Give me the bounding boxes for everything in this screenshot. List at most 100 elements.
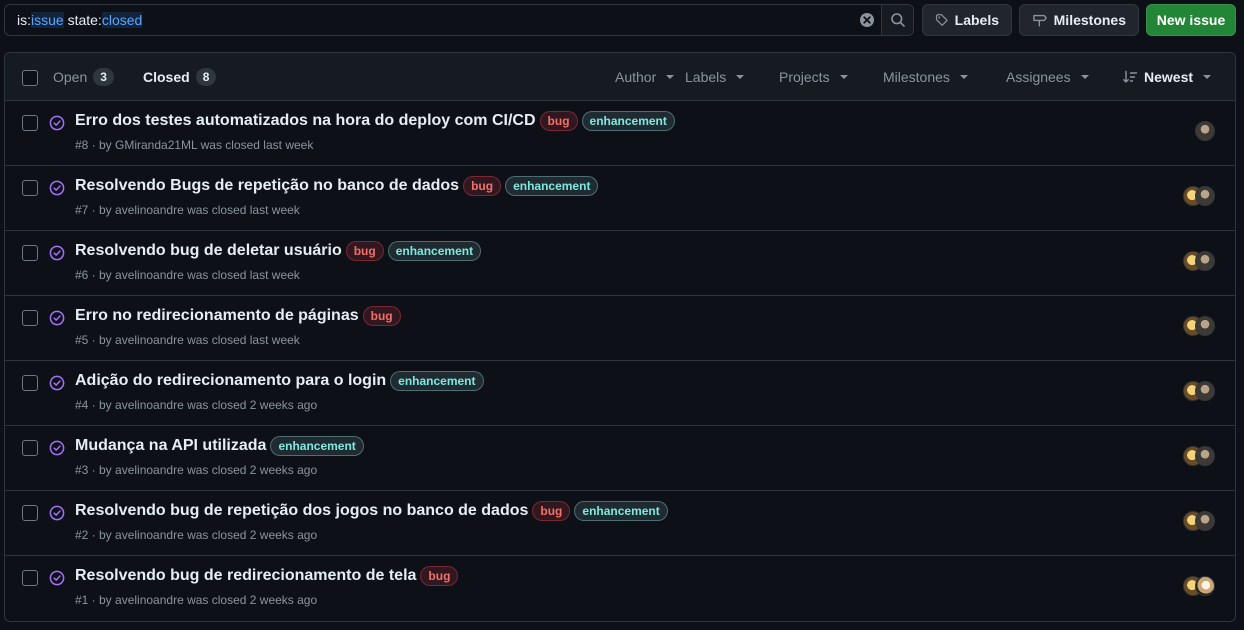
- issue-row[interactable]: Erro no redirecionamento de páginas bug #5…: [5, 296, 1235, 361]
- issue-search-field[interactable]: is:issue state:closed: [4, 4, 914, 36]
- issue-title-link[interactable]: Erro dos testes automatizados na hora do…: [75, 112, 536, 130]
- issue-title-line: Resolvendo bug de repetição dos jogos no…: [75, 500, 668, 522]
- projects-filter[interactable]: Projects: [779, 53, 848, 101]
- issue-row[interactable]: Adição do redirecionamento para o login e…: [5, 361, 1235, 426]
- avatar[interactable]: [1195, 511, 1215, 531]
- issue-title-link[interactable]: Resolvendo bug de deletar usuário: [75, 242, 342, 260]
- new-issue-button-label: New issue: [1156, 12, 1226, 28]
- issue-closed-check-icon: [49, 180, 65, 196]
- issue-row[interactable]: Resolvendo bug de redirecionamento de te…: [5, 556, 1235, 621]
- issue-label-enhancement[interactable]: enhancement: [505, 176, 599, 196]
- issue-checkbox[interactable]: [22, 310, 38, 326]
- issue-title-link[interactable]: Resolvendo Bugs de repetição no banco de…: [75, 177, 459, 195]
- search-qualifier: is:: [17, 12, 31, 28]
- labels-filter-label: Labels: [685, 69, 727, 85]
- issue-label-bug[interactable]: bug: [420, 566, 459, 586]
- issue-checkbox[interactable]: [22, 505, 38, 521]
- assignees-filter-label: Assignees: [1006, 69, 1071, 85]
- issue-title-link[interactable]: Adição do redirecionamento para o login: [75, 372, 386, 390]
- issue-closed-check-icon: [49, 245, 65, 261]
- issue-title-line: Erro dos testes automatizados na hora do…: [75, 110, 675, 132]
- issue-label-enhancement[interactable]: enhancement: [387, 241, 482, 261]
- issue-label-enhancement[interactable]: enhancement: [270, 436, 364, 456]
- issue-title-link[interactable]: Erro no redirecionamento de páginas: [75, 307, 359, 325]
- milestones-button-label: Milestones: [1053, 12, 1126, 28]
- assignee-avatars[interactable]: [1183, 381, 1215, 401]
- issue-meta: #2 · by avelinoandre was closed 2 weeks …: [75, 528, 318, 542]
- assignee-avatars[interactable]: [1183, 316, 1215, 336]
- issue-rows: Erro dos testes automatizados na hora do…: [5, 101, 1235, 621]
- issue-meta: #7 · by avelinoandre was closed last wee…: [75, 203, 300, 217]
- issue-checkbox[interactable]: [22, 180, 38, 196]
- issue-closed-check-icon: [49, 375, 65, 391]
- assignee-avatars[interactable]: [1183, 251, 1215, 271]
- issue-label-enhancement[interactable]: enhancement: [390, 371, 484, 391]
- issue-title-line: Erro no redirecionamento de páginas bug: [75, 305, 401, 327]
- issue-title-link[interactable]: Mudança na API utilizada: [75, 437, 266, 455]
- assignee-avatars[interactable]: [1183, 576, 1215, 596]
- issue-checkbox[interactable]: [22, 115, 38, 131]
- search-value: closed: [101, 12, 143, 28]
- issue-row[interactable]: Resolvendo Bugs de repetição no banco de…: [5, 166, 1235, 231]
- issue-meta: #8 · by GMiranda21ML was closed last wee…: [75, 138, 314, 152]
- search-button[interactable]: [881, 5, 913, 35]
- issue-label-bug[interactable]: bug: [463, 176, 502, 196]
- milestone-icon: [1033, 14, 1047, 27]
- issue-checkbox[interactable]: [22, 440, 38, 456]
- avatar[interactable]: [1195, 186, 1215, 206]
- sort-icon: [1123, 70, 1138, 83]
- issue-meta: #3 · by avelinoandre was closed 2 weeks …: [75, 463, 318, 477]
- issue-row[interactable]: Resolvendo bug de repetição dos jogos no…: [5, 491, 1235, 556]
- issue-label-bug[interactable]: bug: [345, 241, 384, 261]
- issue-meta: #5 · by avelinoandre was closed last wee…: [75, 333, 300, 347]
- issue-label-enhancement[interactable]: enhancement: [574, 501, 668, 521]
- issue-row[interactable]: Erro dos testes automatizados na hora do…: [5, 101, 1235, 166]
- milestones-filter[interactable]: Milestones: [883, 53, 968, 101]
- assignees-filter[interactable]: Assignees: [1006, 53, 1089, 101]
- avatar[interactable]: [1195, 576, 1215, 596]
- author-filter[interactable]: Author: [615, 53, 675, 101]
- labels-button[interactable]: Labels: [922, 4, 1012, 36]
- issue-title-link[interactable]: Resolvendo bug de repetição dos jogos no…: [75, 502, 528, 520]
- avatar[interactable]: [1195, 121, 1215, 141]
- milestones-filter-label: Milestones: [883, 69, 950, 85]
- labels-filter[interactable]: Labels: [685, 53, 745, 101]
- avatar[interactable]: [1195, 381, 1215, 401]
- issue-closed-check-icon: [49, 115, 65, 131]
- milestones-button[interactable]: Milestones: [1019, 4, 1139, 36]
- chevron-down-icon: [1080, 75, 1089, 79]
- chevron-down-icon: [959, 75, 968, 79]
- issue-checkbox[interactable]: [22, 570, 38, 586]
- tab-open[interactable]: Open 3: [53, 53, 114, 101]
- chevron-down-icon: [839, 75, 848, 79]
- issue-label-enhancement[interactable]: enhancement: [581, 111, 675, 131]
- assignee-avatars[interactable]: [1195, 121, 1215, 141]
- tab-closed[interactable]: Closed 8: [143, 53, 217, 101]
- avatar[interactable]: [1195, 316, 1215, 336]
- select-all-checkbox[interactable]: [22, 70, 38, 86]
- tab-open-label: Open: [53, 69, 88, 85]
- avatar[interactable]: [1195, 446, 1215, 466]
- sort-filter[interactable]: Newest: [1122, 53, 1212, 101]
- new-issue-button[interactable]: New issue: [1146, 4, 1236, 36]
- issue-meta: #1 · by avelinoandre was closed 2 weeks …: [75, 593, 318, 607]
- issue-row[interactable]: Mudança na API utilizada enhancement #3 · …: [5, 426, 1235, 491]
- issue-checkbox[interactable]: [22, 375, 38, 391]
- assignee-avatars[interactable]: [1183, 511, 1215, 531]
- issue-closed-check-icon: [49, 570, 65, 586]
- issue-label-bug[interactable]: bug: [532, 501, 571, 521]
- assignee-avatars[interactable]: [1183, 446, 1215, 466]
- open-count-badge: 3: [93, 68, 114, 86]
- issue-closed-check-icon: [49, 310, 65, 326]
- search-input[interactable]: is:issue state:closed: [5, 12, 853, 28]
- issue-label-bug[interactable]: bug: [362, 306, 401, 326]
- issue-label-bug[interactable]: bug: [539, 111, 578, 131]
- issue-title-link[interactable]: Resolvendo bug de redirecionamento de te…: [75, 567, 416, 585]
- clear-search-button[interactable]: [853, 5, 881, 35]
- issues-list-header: Open 3 Closed 8 Author Labels Projects M…: [5, 53, 1235, 101]
- issue-closed-check-icon: [49, 440, 65, 456]
- avatar[interactable]: [1195, 251, 1215, 271]
- issue-row[interactable]: Resolvendo bug de deletar usuário bug enha…: [5, 231, 1235, 296]
- assignee-avatars[interactable]: [1183, 186, 1215, 206]
- issue-checkbox[interactable]: [22, 245, 38, 261]
